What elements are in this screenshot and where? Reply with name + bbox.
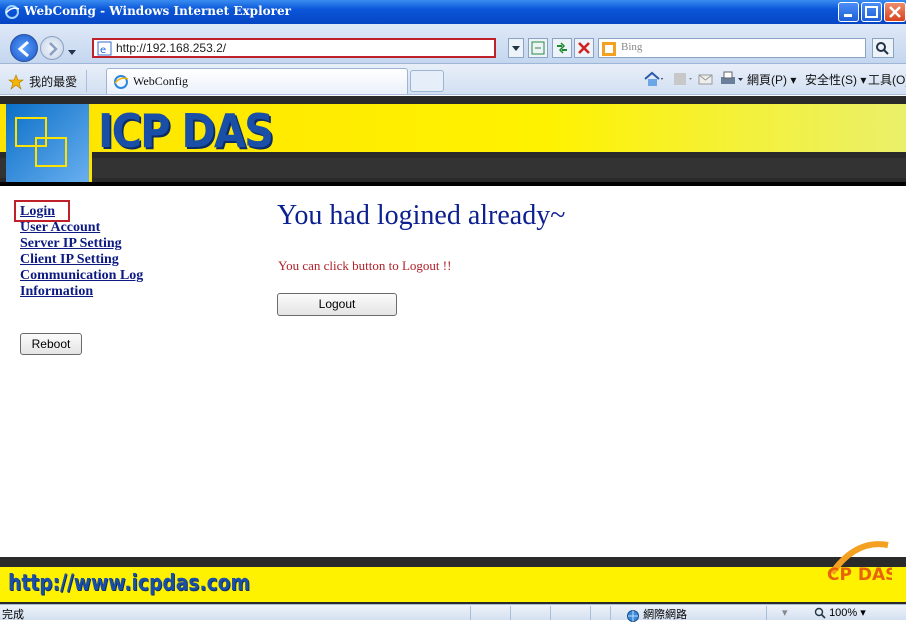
ie-icon	[114, 75, 129, 89]
icpdas-banner: ICP DAS	[0, 96, 906, 186]
window-title: WebConfig - Windows Internet Explorer	[24, 4, 291, 18]
sidebar-item-information[interactable]: Information	[20, 284, 143, 300]
footer-banner: http://www.icpdas.com ICP DAS	[0, 541, 906, 604]
maximize-button[interactable]	[861, 2, 882, 22]
zoom-level: 100%	[829, 607, 858, 619]
forward-button[interactable]	[40, 36, 64, 60]
safety-menu[interactable]: 安全性(S) ▾	[805, 71, 866, 88]
compatibility-view-icon[interactable]	[528, 38, 548, 58]
reboot-button[interactable]: Reboot	[20, 333, 82, 355]
favorites-label: 我的最愛	[29, 75, 78, 89]
status-divider	[470, 606, 471, 620]
svg-text:e: e	[100, 45, 106, 56]
status-divider	[510, 606, 511, 620]
safety-menu-label: 安全性(S)	[805, 73, 857, 87]
status-divider	[550, 606, 551, 620]
search-placeholder: Bing	[621, 41, 643, 53]
sidebar-nav: Login User Account Server IP Setting Cli…	[20, 204, 143, 300]
banner-graphic	[6, 104, 92, 184]
search-box[interactable]: Bing	[598, 38, 866, 58]
status-bar: 完成 網際網路 ▾ 100% ▾	[0, 604, 906, 622]
status-divider	[766, 606, 767, 620]
close-button[interactable]	[884, 2, 906, 22]
banner-underline	[0, 182, 906, 186]
refresh-icon[interactable]	[552, 38, 572, 58]
window-title-bar[interactable]: WebConfig - Windows Internet Explorer	[0, 0, 906, 24]
footer-url[interactable]: http://www.icpdas.com	[8, 571, 250, 596]
banner-logo: ICP DAS	[98, 104, 274, 158]
tab-label: WebConfig	[133, 74, 189, 88]
page-menu[interactable]: 網頁(P) ▾	[747, 71, 796, 88]
icpdas-badge-text: ICP DAS	[826, 565, 892, 585]
tab-webconfig[interactable]: WebConfig	[106, 68, 408, 94]
history-dropdown-icon[interactable]	[67, 42, 77, 61]
icpdas-badge-logo: ICP DAS	[826, 541, 892, 585]
address-url: http://192.168.253.2/	[116, 41, 227, 55]
page-menu-label: 網頁(P)	[747, 73, 787, 87]
sidebar-item-login[interactable]: Login	[20, 204, 143, 220]
page-title: You had logined already~	[277, 200, 566, 231]
mail-icon[interactable]	[696, 70, 716, 92]
zoom-control[interactable]: 100% ▾	[814, 606, 866, 619]
home-icon[interactable]	[643, 70, 663, 92]
divider	[86, 70, 87, 92]
security-zone-label: 網際網路	[643, 609, 688, 621]
feeds-icon[interactable]	[672, 70, 692, 92]
status-divider	[610, 606, 611, 620]
protected-mode-icon[interactable]: ▾	[782, 606, 788, 619]
sidebar-item-communication-log[interactable]: Communication Log	[20, 268, 143, 284]
favorites-button[interactable]: 我的最愛	[8, 71, 77, 90]
print-icon[interactable]	[718, 70, 744, 92]
zoom-icon	[814, 607, 826, 619]
address-dropdown-icon[interactable]	[508, 38, 524, 58]
ie-icon	[5, 5, 20, 19]
stop-icon[interactable]	[574, 38, 594, 58]
bing-icon	[602, 42, 616, 56]
sidebar-item-server-ip-setting[interactable]: Server IP Setting	[20, 236, 143, 252]
new-tab-button[interactable]	[410, 70, 444, 92]
banner-dark-stripe	[0, 158, 906, 178]
address-bar[interactable]: e http://192.168.253.2/	[92, 38, 496, 58]
sidebar-item-client-ip-setting[interactable]: Client IP Setting	[20, 252, 143, 268]
back-button[interactable]	[10, 34, 38, 62]
sidebar-item-user-account[interactable]: User Account	[20, 220, 143, 236]
page-icon: e	[97, 41, 112, 56]
star-icon	[8, 73, 24, 90]
logout-message: You can click button to Logout !!	[278, 258, 452, 273]
tools-menu[interactable]: 工具(O)	[868, 71, 906, 88]
tools-menu-label: 工具(O)	[868, 73, 906, 87]
logout-button[interactable]: Logout	[277, 293, 397, 316]
minimize-button[interactable]	[838, 2, 859, 22]
search-icon[interactable]	[872, 38, 894, 58]
status-divider	[590, 606, 591, 620]
